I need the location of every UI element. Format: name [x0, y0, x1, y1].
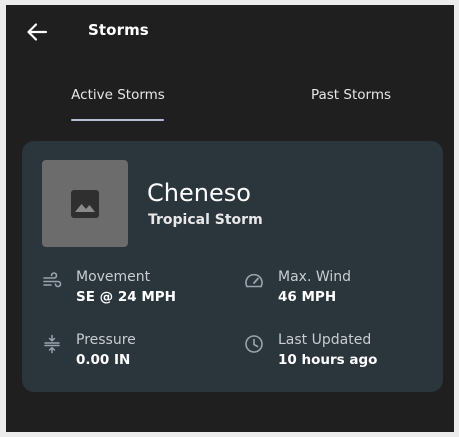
storm-tabs: Active Storms Past Storms: [6, 77, 454, 125]
tab-active-storms-label: Active Storms: [71, 87, 165, 103]
max-wind-value: 46 MPH: [278, 289, 337, 305]
max-wind-label: Max. Wind: [278, 269, 352, 285]
back-button[interactable]: [22, 19, 52, 45]
tab-indicator: [71, 119, 164, 121]
tab-past-storms-label: Past Storms: [310, 87, 392, 103]
speedometer-icon: [245, 273, 263, 288]
last-updated-value: 10 hours ago: [278, 352, 378, 368]
wind-icon: [43, 272, 62, 288]
tab-past-storms[interactable]: Past Storms: [296, 77, 406, 125]
storm-type: Tropical Storm: [148, 212, 263, 228]
storm-name: Cheneso: [147, 179, 251, 207]
image-placeholder-icon: [71, 189, 99, 218]
tab-active-storms[interactable]: Active Storms: [68, 77, 168, 125]
clock-icon: [245, 335, 263, 353]
storm-thumbnail: [42, 160, 128, 247]
compress-icon: [44, 334, 60, 354]
movement-value: SE @ 24 MPH: [76, 289, 176, 305]
storm-card[interactable]: Cheneso Tropical Storm Movement SE @ 24 …: [22, 141, 443, 392]
pressure-label: Pressure: [76, 332, 136, 348]
app-screen: Storms Active Storms Past Storms Cheneso…: [6, 5, 454, 432]
arrow-back-icon: [27, 23, 48, 41]
movement-label: Movement: [76, 269, 151, 285]
last-updated-label: Last Updated: [278, 332, 372, 348]
app-bar: Storms: [6, 5, 454, 59]
pressure-value: 0.00 IN: [76, 352, 131, 368]
page-title: Storms: [88, 21, 149, 39]
